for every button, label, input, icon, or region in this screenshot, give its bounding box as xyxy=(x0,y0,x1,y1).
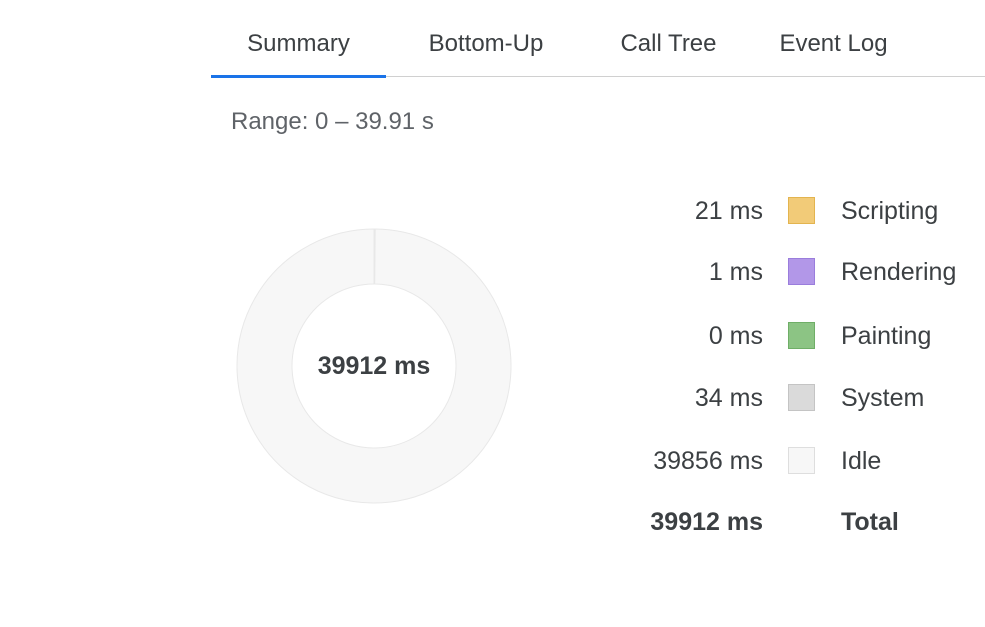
legend-name: Idle xyxy=(841,447,882,475)
tab-summary[interactable]: Summary xyxy=(211,14,386,78)
legend-name: Painting xyxy=(841,322,932,350)
legend-swatch xyxy=(788,384,815,411)
legend-total-value: 39912 ms xyxy=(650,508,763,536)
legend-value: 34 ms xyxy=(694,384,763,412)
legend-swatch xyxy=(788,447,815,474)
legend-name: Rendering xyxy=(841,258,957,286)
legend-value: 39856 ms xyxy=(653,447,763,475)
donut-total-label: 39912 ms xyxy=(317,352,431,380)
legend-name: System xyxy=(841,384,925,412)
legend-row-rendering: 1 ms Rendering xyxy=(611,252,981,292)
legend-row-total: 39912 ms Total xyxy=(611,502,981,542)
tab-bar: Summary Bottom-Up Call Tree Event Log xyxy=(211,14,985,78)
legend-swatch xyxy=(788,322,815,349)
legend-name: Scripting xyxy=(841,197,939,225)
activity-donut-chart: 39912 ms xyxy=(236,228,512,504)
legend-value: 1 ms xyxy=(708,258,763,286)
tab-event-log[interactable]: Event Log xyxy=(751,14,916,76)
legend-total-name: Total xyxy=(841,508,899,536)
legend-row-idle: 39856 ms Idle xyxy=(611,441,981,481)
legend-swatch xyxy=(788,197,815,224)
legend-swatch xyxy=(788,258,815,285)
legend-row-system: 34 ms System xyxy=(611,378,981,418)
summary-panel: Summary Bottom-Up Call Tree Event Log Ra… xyxy=(211,0,985,627)
legend-value: 21 ms xyxy=(694,197,763,225)
legend-row-painting: 0 ms Painting xyxy=(611,316,981,356)
tab-call-tree[interactable]: Call Tree xyxy=(586,14,751,76)
legend-row-scripting: 21 ms Scripting xyxy=(611,191,981,231)
tab-bottom-up[interactable]: Bottom-Up xyxy=(386,14,586,76)
range-label: Range: 0 – 39.91 s xyxy=(231,108,434,135)
legend-value: 0 ms xyxy=(708,322,763,350)
